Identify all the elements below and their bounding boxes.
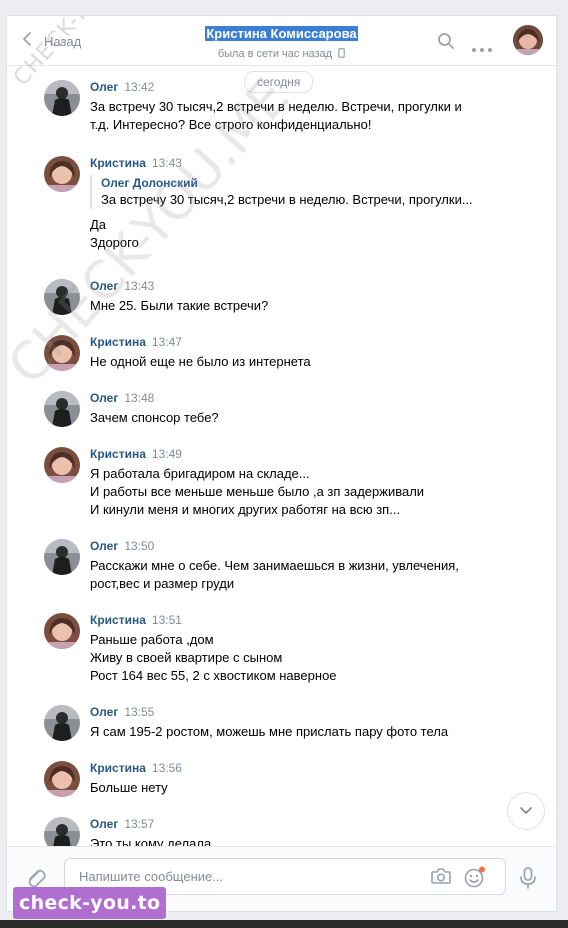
message-time[interactable]: 13:47 (152, 335, 182, 349)
message-author[interactable]: Кристина (90, 335, 146, 349)
message-body: Олег 13:48 Зачем спонсор тебе? (90, 391, 536, 427)
message-body: Олег 13:42 За встречу 30 тысяч,2 встречи в… (90, 80, 536, 134)
message-header: Олег 13:43 (90, 279, 536, 293)
message-time[interactable]: 13:55 (124, 705, 154, 719)
message-history[interactable]: сегодня Олег 13:42 За встречу 30 тысяч,2 в… (7, 66, 556, 846)
message-text: Это ты кому делала (90, 835, 536, 846)
avatar[interactable] (44, 539, 80, 575)
message-header: Кристина 13:43 (90, 156, 536, 170)
message-author[interactable]: Олег (90, 705, 118, 719)
message-text: Мне 25. Были такие встречи? (90, 297, 536, 315)
camera-icon[interactable] (430, 866, 452, 891)
message-line: Живу в своей квартире с сыном (90, 650, 283, 665)
message-line: За встречу 30 тысяч,2 встречи в неделю. … (90, 99, 462, 114)
chat-window: Назад Кристина Комиссарова была в сети ч… (6, 15, 557, 912)
message-text: Расскажи мне о себе. Чем занимаешься в ж… (90, 557, 536, 593)
message-line: Зачем спонсор тебе? (90, 410, 219, 425)
message-input[interactable] (77, 868, 411, 885)
message-author[interactable]: Кристина (90, 447, 146, 461)
message-author[interactable]: Кристина (90, 761, 146, 775)
message-time[interactable]: 13:49 (152, 447, 182, 461)
avatar[interactable] (44, 447, 80, 483)
message-header: Олег 13:50 (90, 539, 536, 553)
mobile-phone-icon (335, 48, 346, 60)
message-line: Не одной еще не было из интернета (90, 354, 311, 369)
message-body: Кристина 13:56 Больше нету (90, 761, 536, 797)
message-header: Кристина 13:47 (90, 335, 536, 349)
message-body: Кристина 13:47 Не одной еще не было из инт… (90, 335, 536, 371)
avatar[interactable] (44, 613, 80, 649)
message-time[interactable]: 13:42 (124, 80, 154, 94)
emoji-icon[interactable] (463, 865, 487, 894)
message-body: Кристина 13:49 Я работала бригадиром на ск… (90, 447, 536, 519)
message-line: И работы все меньше меньше было ,а зп за… (90, 484, 425, 499)
message-line: т.д. Интересно? Все строго конфиденциаль… (90, 117, 372, 132)
chat-header: Назад Кристина Комиссарова была в сети ч… (7, 16, 556, 66)
bottom-bar (0, 920, 568, 928)
message-author[interactable]: Олег (90, 80, 118, 94)
message-header: Олег 13:57 (90, 817, 536, 831)
peer-avatar[interactable] (513, 25, 543, 55)
message-line: И кинули меня и многих других работяг на… (90, 502, 401, 517)
message-header: Олег 13:55 (90, 705, 536, 719)
avatar[interactable] (44, 817, 80, 846)
avatar[interactable] (44, 761, 80, 797)
message-text: Больше нету (90, 779, 536, 797)
watermark-badge: check-you.to (13, 887, 167, 919)
message-text: За встречу 30 тысяч,2 встречи в неделю. … (90, 98, 536, 134)
message-body: Олег 13:55 Я сам 195-2 ростом, можешь мне … (90, 705, 536, 741)
message-text: Я сам 195-2 ростом, можешь мне прислать … (90, 723, 536, 741)
message-line: Я сам 195-2 ростом, можешь мне прислать … (90, 724, 449, 739)
message-line: Раньше работа ,дом (90, 632, 214, 647)
message-time[interactable]: 13:50 (124, 539, 154, 553)
message-body: Олег 13:43 Мне 25. Были такие встречи? (90, 279, 536, 315)
message-line: рост,вес и размер груди (90, 576, 235, 591)
message-line: Это ты кому делала (90, 836, 212, 846)
scroll-down-button[interactable] (507, 792, 545, 830)
avatar[interactable] (44, 391, 80, 427)
message-line: Больше нету (90, 780, 168, 795)
peer-name[interactable]: Кристина Комиссарова (205, 26, 358, 41)
message-author[interactable]: Олег (90, 391, 118, 405)
message-header: Олег 13:48 (90, 391, 536, 405)
avatar[interactable] (44, 156, 80, 192)
search-icon[interactable] (437, 32, 455, 55)
message-text: Я работала бригадиром на складе... И рабо… (90, 465, 536, 519)
message-text: Раньше работа ,дом Живу в своей квартире … (90, 631, 536, 685)
message-text: Не одной еще не было из интернета (90, 353, 536, 371)
message-body: Олег 13:50 Расскажи мне о себе. Чем занима… (90, 539, 536, 593)
message-header: Кристина 13:51 (90, 613, 536, 627)
message-author[interactable]: Олег (90, 539, 118, 553)
avatar[interactable] (44, 80, 80, 116)
message-text: Зачем спонсор тебе? (90, 409, 536, 427)
message-header: Кристина 13:49 (90, 447, 536, 461)
message-author[interactable]: Кристина (90, 613, 146, 627)
message-line: Мне 25. Были такие встречи? (90, 298, 269, 313)
message-time[interactable]: 13:48 (124, 391, 154, 405)
message-line: Рост 164 вес 55, 2 с хвостиком наверное (90, 668, 337, 683)
message-author[interactable]: Кристина (90, 156, 146, 170)
more-icon[interactable] (472, 39, 492, 57)
message-header: Кристина 13:56 (90, 761, 536, 775)
message-header: Олег 13:42 (90, 80, 536, 94)
message-body: Олег 13:57 Это ты кому делала (90, 817, 536, 846)
peer-status-text: была в сети час назад (217, 48, 333, 60)
message-time[interactable]: 13:57 (124, 817, 154, 831)
message-body: Кристина 13:51 Раньше работа ,дом Живу в св… (90, 613, 536, 685)
message-time[interactable]: 13:56 (152, 761, 182, 775)
avatar[interactable] (44, 705, 80, 741)
message-line: Я работала бригадиром на складе... (90, 466, 310, 481)
message-line: Расскажи мне о себе. Чем занимаешься в ж… (90, 558, 459, 573)
microphone-icon[interactable] (519, 866, 537, 895)
message-author[interactable]: Олег (90, 817, 118, 831)
chevron-down-icon (519, 802, 533, 820)
message-time[interactable]: 13:51 (152, 613, 182, 627)
